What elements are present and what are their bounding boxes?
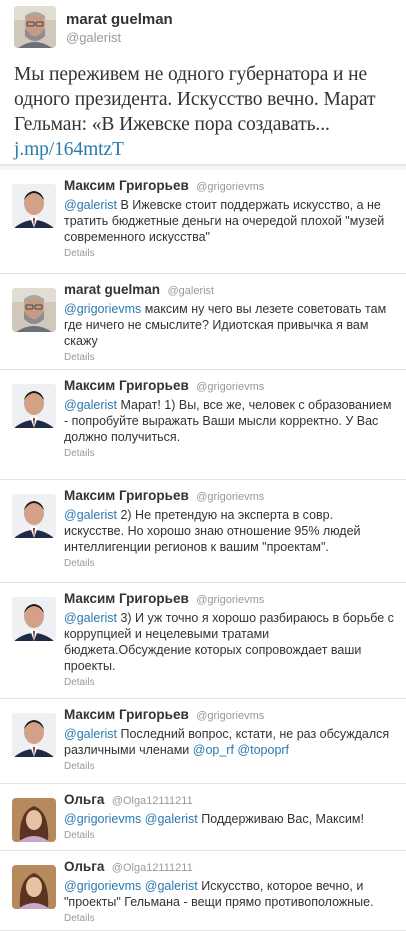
main-tweet-body: Мы переживем не одного губернатора и не … bbox=[14, 64, 376, 135]
replies-list: Максим Григорьев @grigorievms @galerist … bbox=[0, 165, 406, 931]
reply-header: Максим Григорьев @grigorievms bbox=[64, 591, 396, 608]
reply-body: marat guelman @galerist @grigorievms мак… bbox=[64, 282, 396, 369]
reply-text: @grigorievms максим ну чего вы лезете со… bbox=[64, 301, 396, 349]
mention-link[interactable]: @galerist bbox=[64, 198, 117, 212]
reply-text: @galerist 2) Не претендую на эксперта в … bbox=[64, 507, 396, 555]
reply-text: @grigorievms @galerist Поддерживаю Вас, … bbox=[64, 811, 396, 827]
avatar[interactable] bbox=[12, 494, 56, 538]
reply-header: marat guelman @galerist bbox=[64, 282, 396, 299]
avatar[interactable] bbox=[12, 384, 56, 428]
avatar[interactable] bbox=[12, 597, 56, 641]
reply-item: marat guelman @galerist @grigorievms мак… bbox=[0, 274, 406, 370]
man-beard-avatar-icon bbox=[14, 6, 56, 48]
reply-screen-name[interactable]: @Olga12111211 bbox=[112, 862, 193, 874]
mention-link[interactable]: @galerist bbox=[64, 398, 117, 412]
reply-text: @galerist Последний вопрос, кстати, не р… bbox=[64, 726, 396, 758]
avatar[interactable] bbox=[12, 288, 56, 332]
mention-link[interactable]: @op_rf bbox=[193, 743, 234, 757]
reply-fullname[interactable]: Максим Григорьев bbox=[64, 591, 189, 606]
avatar[interactable] bbox=[12, 865, 56, 909]
reply-screen-name[interactable]: @grigorievms bbox=[196, 491, 264, 503]
mention-link[interactable]: @galerist bbox=[64, 611, 117, 625]
man-suit-avatar-icon bbox=[12, 184, 56, 228]
man-beard-avatar-icon bbox=[12, 288, 56, 332]
reply-fullname[interactable]: Максим Григорьев bbox=[64, 707, 189, 722]
reply-text-body: Поддерживаю Вас, Максим! bbox=[197, 812, 364, 826]
main-tweet-screen-name[interactable]: @galerist bbox=[66, 29, 173, 47]
reply-item: Максим Григорьев @grigorievms @galerist … bbox=[0, 583, 406, 699]
avatar[interactable] bbox=[14, 6, 56, 48]
mention-link[interactable]: @grigorievms bbox=[64, 812, 141, 826]
details-link[interactable]: Details bbox=[64, 352, 396, 364]
reply-screen-name[interactable]: @grigorievms bbox=[196, 381, 264, 393]
reply-body: Максим Григорьев @grigorievms @galerist … bbox=[64, 378, 396, 479]
man-suit-avatar-icon bbox=[12, 597, 56, 641]
avatar[interactable] bbox=[12, 713, 56, 757]
reply-item: Максим Григорьев @grigorievms @galerist … bbox=[0, 170, 406, 274]
reply-item: Максим Григорьев @grigorievms @galerist … bbox=[0, 480, 406, 583]
man-suit-avatar-icon bbox=[12, 384, 56, 428]
reply-text: @galerist Марат! 1) Вы, все же, человек … bbox=[64, 397, 396, 445]
reply-item: Ольга @Olga12111211 @grigorievms @galeri… bbox=[0, 784, 406, 851]
reply-header: Максим Григорьев @grigorievms bbox=[64, 378, 396, 395]
reply-screen-name[interactable]: @grigorievms bbox=[196, 181, 264, 193]
reply-screen-name[interactable]: @galerist bbox=[167, 285, 214, 297]
reply-body: Максим Григорьев @grigorievms @galerist … bbox=[64, 707, 396, 783]
details-link[interactable]: Details bbox=[64, 248, 396, 260]
main-tweet-fullname[interactable]: marat guelman bbox=[66, 11, 173, 29]
reply-body: Максим Григорьев @grigorievms @galerist … bbox=[64, 178, 396, 273]
main-tweet-names: marat guelman @galerist bbox=[66, 6, 173, 47]
man-suit-avatar-icon bbox=[12, 713, 56, 757]
details-link[interactable]: Details bbox=[64, 448, 396, 460]
reply-fullname[interactable]: Максим Григорьев bbox=[64, 178, 189, 193]
mention-link[interactable]: @topoprf bbox=[237, 743, 289, 757]
mention-link[interactable]: @galerist bbox=[145, 812, 198, 826]
avatar[interactable] bbox=[12, 798, 56, 842]
main-tweet-text: Мы переживем не одного губернатора и не … bbox=[14, 62, 396, 162]
details-link[interactable]: Details bbox=[64, 913, 396, 925]
reply-screen-name[interactable]: @grigorievms bbox=[196, 710, 264, 722]
mention-link[interactable]: @grigorievms bbox=[64, 879, 141, 893]
man-suit-avatar-icon bbox=[12, 494, 56, 538]
reply-text: @grigorievms @galerist Искусство, которо… bbox=[64, 878, 396, 910]
reply-body: Максим Григорьев @grigorievms @galerist … bbox=[64, 488, 396, 582]
reply-fullname[interactable]: Максим Григорьев bbox=[64, 378, 189, 393]
reply-fullname[interactable]: marat guelman bbox=[64, 282, 160, 297]
details-link[interactable]: Details bbox=[64, 558, 396, 570]
reply-header: Максим Григорьев @grigorievms bbox=[64, 488, 396, 505]
woman-avatar-icon bbox=[12, 865, 56, 909]
reply-fullname[interactable]: Ольга bbox=[64, 859, 104, 874]
reply-header: Ольга @Olga12111211 bbox=[64, 792, 396, 809]
mention-link[interactable]: @galerist bbox=[145, 879, 198, 893]
reply-header: Максим Григорьев @grigorievms bbox=[64, 707, 396, 724]
reply-item: Максим Григорьев @grigorievms @galerist … bbox=[0, 699, 406, 784]
reply-body: Максим Григорьев @grigorievms @galerist … bbox=[64, 591, 396, 698]
details-link[interactable]: Details bbox=[64, 761, 396, 773]
reply-fullname[interactable]: Ольга bbox=[64, 792, 104, 807]
reply-header: Максим Григорьев @grigorievms bbox=[64, 178, 396, 195]
main-tweet: marat guelman @galerist Мы переживем не … bbox=[0, 0, 406, 165]
avatar[interactable] bbox=[12, 184, 56, 228]
details-link[interactable]: Details bbox=[64, 677, 396, 689]
mention-link[interactable]: @grigorievms bbox=[64, 302, 141, 316]
woman-avatar-icon bbox=[12, 798, 56, 842]
main-tweet-link[interactable]: j.mp/164mtzT bbox=[14, 139, 124, 160]
reply-text: @galerist 3) И уж точно я хорошо разбира… bbox=[64, 610, 396, 674]
details-link[interactable]: Details bbox=[64, 830, 396, 842]
reply-body: Ольга @Olga12111211 @grigorievms @galeri… bbox=[64, 859, 396, 930]
reply-item: Ольга @Olga12111211 @grigorievms @galeri… bbox=[0, 851, 406, 931]
mention-link[interactable]: @galerist bbox=[64, 508, 117, 522]
reply-screen-name[interactable]: @Olga12111211 bbox=[112, 795, 193, 807]
reply-item: Максим Григорьев @grigorievms @galerist … bbox=[0, 370, 406, 480]
reply-fullname[interactable]: Максим Григорьев bbox=[64, 488, 189, 503]
reply-body: Ольга @Olga12111211 @grigorievms @galeri… bbox=[64, 792, 396, 850]
mention-link[interactable]: @galerist bbox=[64, 727, 117, 741]
reply-screen-name[interactable]: @grigorievms bbox=[196, 594, 264, 606]
reply-header: Ольга @Olga12111211 bbox=[64, 859, 396, 876]
main-tweet-header: marat guelman @galerist bbox=[14, 6, 396, 48]
reply-text: @galerist В Ижевске стоит поддержать иск… bbox=[64, 197, 396, 245]
